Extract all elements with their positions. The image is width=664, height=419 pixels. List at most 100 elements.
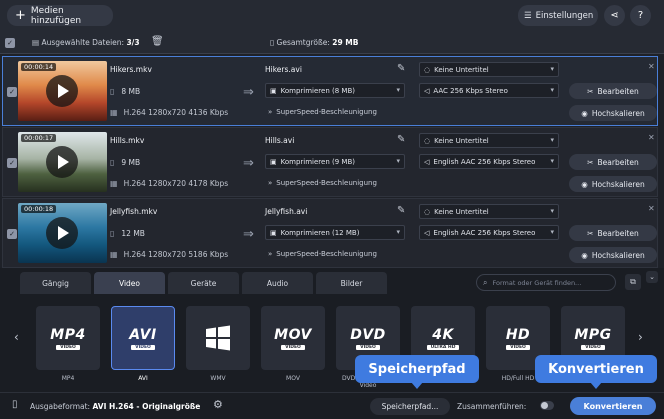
select-all-checkbox[interactable]: ✓	[5, 38, 15, 48]
help-button[interactable]: ?	[630, 5, 651, 26]
file-icon: ▯	[110, 229, 115, 238]
prev-formats-arrow[interactable]: ‹	[14, 330, 19, 344]
dvd-badge: VIDEO	[356, 344, 380, 350]
trash-icon[interactable]: 🗑	[151, 36, 164, 47]
hd-badge: VIDEO	[506, 344, 530, 350]
file-row[interactable]: ✓ 00:00:18 Jellyfish.mkv ▯ 12 MB ▦ H.264 1…	[2, 198, 658, 268]
video-thumbnail[interactable]: 00:00:18	[18, 203, 107, 263]
total-size-info: ▯ Gesamtgröße: 29 MB	[270, 38, 359, 47]
tab-common[interactable]: Gängig	[20, 272, 91, 294]
convert-arrow-icon: ⇒	[243, 85, 254, 100]
format-search[interactable]: ⌕	[476, 274, 616, 291]
settings-label: Einstellungen	[535, 10, 594, 21]
subtitle-select[interactable]: ◌ Keine Untertitel ▾	[419, 133, 559, 148]
film-icon: ▦	[110, 108, 118, 117]
format-search-input[interactable]	[492, 278, 603, 287]
compress-select[interactable]: ▣ Komprimieren (9 MB) ▾	[265, 154, 405, 169]
audio-select[interactable]: ◁ AAC 256 Kbps Stereo ▾	[419, 83, 559, 98]
play-icon[interactable]	[46, 146, 78, 178]
file-icon: ▯	[110, 158, 115, 167]
speaker-icon: ◁	[424, 86, 430, 95]
chevron-down-icon: ▾	[550, 136, 554, 144]
gear-icon[interactable]: ⚙	[213, 398, 223, 411]
play-icon[interactable]	[46, 217, 78, 249]
video-meta-value: H.264 1280x720 4178 Kbps	[123, 179, 229, 188]
file-size-value: 8 MB	[121, 87, 141, 96]
scissors-icon: ✂	[587, 157, 594, 167]
file-row[interactable]: ✓ 00:00:17 Hills.mkv ▯ 9 MB ▦ H.264 1280x7…	[2, 127, 658, 197]
format-tile-wmv[interactable]	[186, 306, 250, 370]
play-icon[interactable]	[46, 75, 78, 107]
convert-callout: Konvertieren	[535, 355, 657, 389]
mov-logo: MOV	[274, 326, 312, 343]
format-tile-avi[interactable]: AVI VIDEO	[111, 306, 175, 370]
collapse-panel-button[interactable]: ⌄	[646, 271, 658, 283]
format-tile-mp4[interactable]: MP4 VIDEO	[36, 306, 100, 370]
file-checkbox[interactable]: ✓	[7, 229, 17, 239]
chevron-down-icon: ▾	[550, 207, 554, 215]
files-icon: ▤	[32, 38, 40, 47]
add-media-button[interactable]: + Medien hinzufügen	[7, 5, 113, 26]
convert-button[interactable]: Konvertieren	[570, 397, 656, 415]
pencil-icon[interactable]: ✎	[397, 205, 405, 216]
file-size-value: 12 MB	[121, 229, 145, 238]
next-formats-arrow[interactable]: ›	[638, 330, 643, 344]
video-thumbnail[interactable]: 00:00:17	[18, 132, 107, 192]
tab-devices[interactable]: Geräte	[168, 272, 239, 294]
upscale-button[interactable]: ◉ Hochskalieren	[569, 176, 657, 192]
pencil-icon[interactable]: ✎	[397, 134, 405, 145]
compress-select[interactable]: ▣ Komprimieren (12 MB) ▾	[265, 225, 405, 240]
edit-button[interactable]: ✂ Bearbeiten	[569, 154, 657, 170]
upscale-label: Hochskalieren	[591, 108, 645, 118]
export-preset-button[interactable]: ⧉	[625, 274, 641, 290]
audio-value: English AAC 256 Kbps Stereo	[433, 157, 536, 166]
file-size: ▯ 9 MB	[110, 158, 140, 167]
4k-badge: ULTRA HD	[426, 344, 460, 350]
upscale-button[interactable]: ◉ Hochskalieren	[569, 247, 657, 263]
subtitle-value: Keine Untertitel	[434, 136, 489, 145]
upscale-label: Hochskalieren	[591, 179, 645, 189]
speaker-icon: ◁	[424, 228, 430, 237]
duration-badge: 00:00:18	[21, 205, 57, 213]
output-filename: Hills.avi	[265, 136, 295, 145]
duration-badge: 00:00:17	[21, 134, 57, 142]
tab-images[interactable]: Bilder	[316, 272, 387, 294]
superspeed-info: » SuperSpeed-Beschleunigung	[268, 179, 377, 187]
pencil-icon[interactable]: ✎	[397, 63, 405, 74]
video-thumbnail[interactable]: 00:00:14	[18, 61, 107, 121]
save-path-button[interactable]: Speicherpfad...	[370, 398, 450, 415]
windows-icon	[206, 325, 230, 351]
scissors-icon: ✂	[587, 86, 594, 96]
tab-audio[interactable]: Audio	[242, 272, 313, 294]
avi-badge: VIDEO	[131, 344, 155, 350]
upscale-button[interactable]: ◉ Hochskalieren	[569, 105, 657, 121]
file-checkbox[interactable]: ✓	[7, 158, 17, 168]
format-tile-mov[interactable]: MOV VIDEO	[261, 306, 325, 370]
document-icon: ▯	[270, 38, 275, 47]
edit-button[interactable]: ✂ Bearbeiten	[569, 225, 657, 241]
format-tabs: Gängig Video Geräte Audio Bilder	[20, 272, 387, 294]
audio-select[interactable]: ◁ English AAC 256 Kbps Stereo ▾	[419, 225, 559, 240]
close-icon[interactable]: ✕	[648, 62, 655, 71]
share-button[interactable]: ⋖	[604, 5, 625, 26]
merge-toggle[interactable]	[540, 401, 554, 410]
output-filename: Hikers.avi	[265, 65, 302, 74]
close-icon[interactable]: ✕	[648, 204, 655, 213]
tab-video[interactable]: Video	[94, 272, 165, 294]
settings-button[interactable]: ☰ Einstellungen	[518, 5, 598, 26]
subtitle-select[interactable]: ◌ Keine Untertitel ▾	[419, 62, 559, 77]
mpg-logo: MPG	[574, 326, 612, 343]
plus-icon: +	[15, 8, 26, 23]
subtitle-select[interactable]: ◌ Keine Untertitel ▾	[419, 204, 559, 219]
compress-value: Komprimieren (9 MB)	[280, 157, 355, 166]
upscale-label: Hochskalieren	[591, 250, 645, 260]
file-checkbox[interactable]: ✓	[7, 87, 17, 97]
sliders-icon: ☰	[524, 10, 532, 21]
audio-select[interactable]: ◁ English AAC 256 Kbps Stereo ▾	[419, 154, 559, 169]
output-format-value: AVI H.264 - Originalgröße	[92, 402, 201, 411]
close-icon[interactable]: ✕	[648, 133, 655, 142]
file-size: ▯ 12 MB	[110, 229, 145, 238]
edit-button[interactable]: ✂ Bearbeiten	[569, 83, 657, 99]
file-row[interactable]: ✓ 00:00:14 Hikers.mkv ▯ 8 MB ▦ H.264 1280x…	[2, 56, 658, 126]
compress-select[interactable]: ▣ Komprimieren (8 MB) ▾	[265, 83, 405, 98]
